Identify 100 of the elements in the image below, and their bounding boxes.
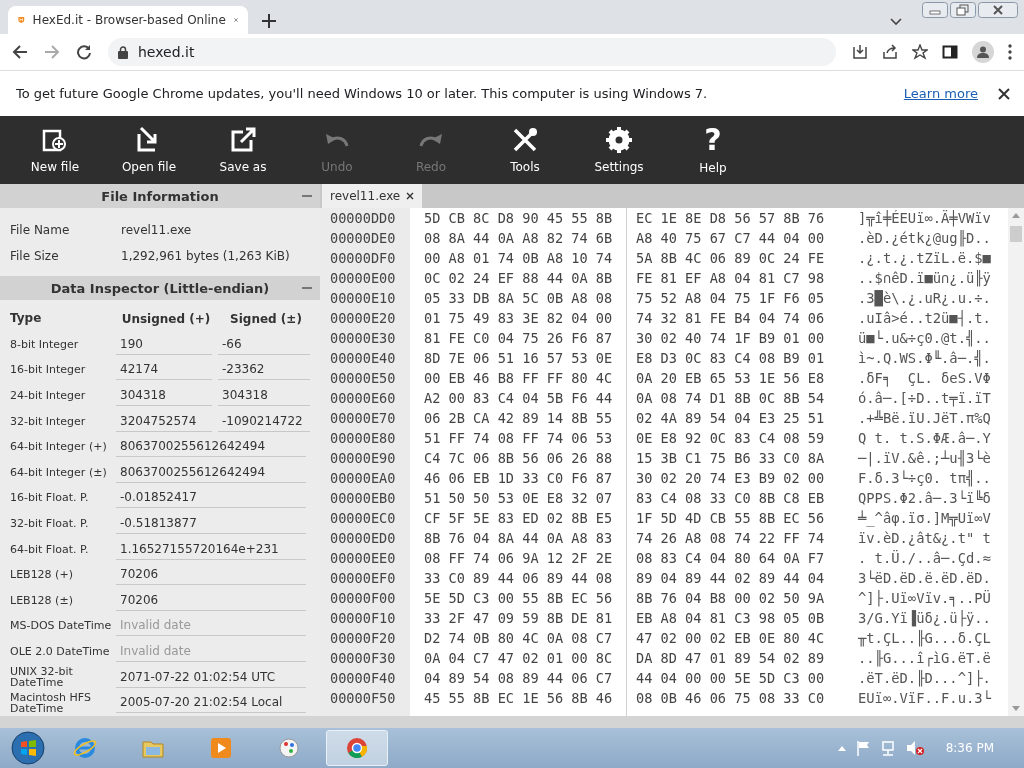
ascii-text[interactable]: ─|.ïV.&ê.;┴u╢3└è	[858, 450, 991, 466]
hex-bytes[interactable]: 89 04 89 44 02 89 44 04	[636, 570, 825, 586]
hex-bytes[interactable]: 44 04 00 00 5E 5D C3 00	[636, 670, 825, 686]
hex-bytes[interactable]: E8 D3 0C 83 C4 08 B9 01	[636, 350, 825, 366]
hex-bytes[interactable]: 0A 08 74 D1 8B 0C 8B 54	[636, 390, 825, 406]
ascii-text[interactable]: .uIâ>é..t2ü■┤.t.	[858, 310, 991, 326]
learn-more-link[interactable]: Learn more	[903, 86, 978, 101]
profile-avatar[interactable]	[972, 41, 994, 63]
value-field[interactable]: Invalid date	[116, 641, 306, 662]
hex-bytes[interactable]: 30 02 20 74 E3 B9 02 00	[636, 470, 825, 486]
ascii-text[interactable]: EUï∞.VïF..F.u.3└	[858, 690, 991, 706]
hex-bytes[interactable]: EB A8 04 81 C3 98 05 0B	[636, 610, 825, 626]
hex-bytes[interactable]: 04 89 54 08 89 44 06 C7	[424, 670, 636, 686]
ascii-text[interactable]: QPPS.Φ2.â─.3└ï╚δ	[858, 490, 991, 506]
toolbar-button[interactable]: Settings	[572, 116, 666, 184]
hex-bytes[interactable]: DA 8D 47 01 89 54 02 89	[636, 650, 825, 666]
hex-bytes[interactable]: 0A 20 EB 65 53 1E 56 E8	[636, 370, 825, 386]
section-header[interactable]: Data Inspector (Little-endian)	[0, 276, 320, 300]
hex-bytes[interactable]: 05 33 DB 8A 5C 0B A8 08	[424, 290, 636, 306]
hex-bytes[interactable]: 08 8A 44 0A A8 82 74 6B	[424, 230, 636, 246]
ascii-text[interactable]: ╧_^âφ.ïσ.]M╦Uï∞V	[858, 510, 991, 526]
forward-arrow-icon[interactable]	[44, 44, 60, 60]
hex-bytes[interactable]: 83 C4 08 33 C0 8B C8 EB	[636, 490, 825, 506]
hex-bytes[interactable]: FE 81 EF A8 04 81 C7 98	[636, 270, 825, 286]
toolbar-button[interactable]: ? Help	[666, 116, 760, 184]
ascii-text[interactable]: .ëT.ëD.╟D...^]├.	[858, 670, 991, 686]
hex-bytes[interactable]: 02 4A 89 54 04 E3 25 51	[636, 410, 825, 426]
section-header[interactable]: File Information	[0, 184, 320, 208]
close-icon[interactable]	[978, 2, 1018, 18]
ascii-text[interactable]: . t.Ü./..â─.Çd.≈	[858, 550, 991, 566]
toolbar-button[interactable]: Tools	[478, 116, 572, 184]
ascii-text[interactable]: .3█è\.¿.uR¿.u.÷.	[858, 290, 991, 306]
tray-arrow-icon[interactable]	[837, 745, 846, 751]
hex-bytes[interactable]: 0A 04 C7 47 02 01 00 8C	[424, 650, 636, 666]
ascii-text[interactable]: Q t. t.S.ΦÆ.â─.Y	[858, 430, 991, 446]
hex-bytes[interactable]: 8B 76 04 8A 44 0A A8 83	[424, 530, 636, 546]
chevron-down-icon[interactable]	[890, 18, 902, 26]
hex-bytes[interactable]: 08 83 C4 04 80 64 0A F7	[636, 550, 825, 566]
hex-bytes[interactable]: 08 FF 74 06 9A 12 2F 2E	[424, 550, 636, 566]
file-tab[interactable]: revel11.exe	[322, 184, 423, 208]
ascii-text[interactable]: ..╟G...î┌ìG.ëT.ë	[858, 650, 991, 666]
hex-bytes[interactable]: 00 EB 46 B8 FF FF 80 4C	[424, 370, 636, 386]
hex-bytes[interactable]: 00 A8 01 74 0B A8 10 74	[424, 250, 636, 266]
hex-bytes[interactable]: 08 0B 46 06 75 08 33 C0	[636, 690, 825, 706]
horizontal-scrollbar[interactable]	[0, 716, 1024, 728]
ascii-text[interactable]: ╥t.ÇL..╟G...δ.ÇL	[858, 630, 991, 646]
hex-bytes[interactable]: 51 FF 74 08 FF 74 06 53	[424, 430, 636, 446]
ascii-text[interactable]: ó.â─.[÷D..t╤ï.ïT	[858, 390, 991, 406]
hex-bytes[interactable]: 30 02 40 74 1F B9 01 00	[636, 330, 825, 346]
back-arrow-icon[interactable]	[12, 44, 28, 60]
reload-icon[interactable]	[76, 44, 92, 60]
hex-bytes[interactable]: EC 1E 8E D8 56 57 8B 76	[636, 210, 825, 226]
ascii-text[interactable]: ..$∩êD.ï■ü∩¿.ü╟ÿ	[858, 270, 991, 286]
hex-bytes[interactable]: 47 02 00 02 EB 0E 80 4C	[636, 630, 825, 646]
hex-bytes[interactable]: A2 00 83 C4 04 5B F6 44	[424, 390, 636, 406]
new-tab-icon[interactable]	[262, 14, 276, 28]
scroll-thumb[interactable]	[1010, 226, 1022, 242]
hex-bytes[interactable]: 75 52 A8 04 75 1F F6 05	[636, 290, 825, 306]
hex-bytes[interactable]: 15 3B C1 75 B6 33 C0 8A	[636, 450, 825, 466]
scroll-down-icon[interactable]	[1012, 706, 1020, 711]
close-icon[interactable]	[406, 192, 415, 200]
hex-bytes[interactable]: 0C 02 24 EF 88 44 0A 8B	[424, 270, 636, 286]
hex-bytes[interactable]: C4 7C 06 8B 56 06 26 88	[424, 450, 636, 466]
hex-bytes[interactable]: CF 5F 5E 83 ED 02 8B E5	[424, 510, 636, 526]
ascii-text[interactable]: 3└ëD.ëD.ë.ëD.ëD.	[858, 570, 991, 586]
hex-bytes[interactable]: 5D CB 8C D8 90 45 55 8B	[424, 210, 636, 226]
close-icon[interactable]	[998, 87, 1010, 100]
ascii-text[interactable]: ì~.Q.WS.Φ╙.â─.╣.	[858, 350, 991, 366]
value-field[interactable]: Invalid date	[116, 615, 306, 637]
ascii-text[interactable]: .δF╕ ÇL. δeS.VΦ	[858, 370, 991, 386]
toolbar-button[interactable]: Save as	[196, 116, 290, 184]
toolbar-button[interactable]: Open file	[102, 116, 196, 184]
flag-icon[interactable]	[855, 740, 870, 756]
address-field[interactable]: hexed.it	[108, 38, 836, 66]
hex-bytes[interactable]: 46 06 EB 1D 33 C0 F6 87	[424, 470, 636, 486]
hex-bytes[interactable]: A8 40 75 67 C7 44 04 00	[636, 230, 825, 246]
hex-bytes[interactable]: 8B 76 04 B8 00 02 50 9A	[636, 590, 825, 606]
hex-bytes[interactable]: 74 26 A8 08 74 22 FF 74	[636, 530, 825, 546]
ascii-text[interactable]: F.δ.3└÷ç0. tπ╣..	[858, 470, 991, 486]
share-icon[interactable]	[882, 44, 898, 60]
speaker-muted-icon[interactable]	[905, 740, 924, 756]
ascii-text[interactable]: ïv.èD.¿ât&¿.t" t	[858, 530, 991, 546]
install-icon[interactable]	[852, 44, 868, 60]
hex-bytes[interactable]: 06 2B CA 42 89 14 8B 55	[424, 410, 636, 426]
menu-icon[interactable]	[1008, 44, 1012, 60]
star-icon[interactable]	[912, 44, 928, 60]
network-icon[interactable]	[879, 740, 896, 756]
hex-bytes[interactable]: 51 50 50 53 0E E8 32 07	[424, 490, 636, 506]
hex-bytes[interactable]: 5A 8B 4C 06 89 0C 24 FE	[636, 250, 825, 266]
hex-bytes[interactable]: 45 55 8B EC 1E 56 8B 46	[424, 690, 636, 706]
ascii-text[interactable]: ^]├.Uï∞Vïv.╕..PÜ	[858, 590, 991, 606]
scroll-up-icon[interactable]	[1012, 213, 1020, 218]
hex-bytes[interactable]: 81 FE C0 04 75 26 F6 87	[424, 330, 636, 346]
minimize-icon[interactable]	[922, 2, 948, 18]
hex-bytes[interactable]: 33 2F 47 09 59 8B DE 81	[424, 610, 636, 626]
scrollbar[interactable]	[1008, 208, 1024, 716]
toolbar-button[interactable]: New file	[8, 116, 102, 184]
ascii-text[interactable]: .èD.¿étk¿@ug╟D..	[858, 230, 991, 246]
hex-bytes[interactable]: 0E E8 92 0C 83 C4 08 59	[636, 430, 825, 446]
hex-bytes[interactable]: 33 C0 89 44 06 89 44 08	[424, 570, 636, 586]
